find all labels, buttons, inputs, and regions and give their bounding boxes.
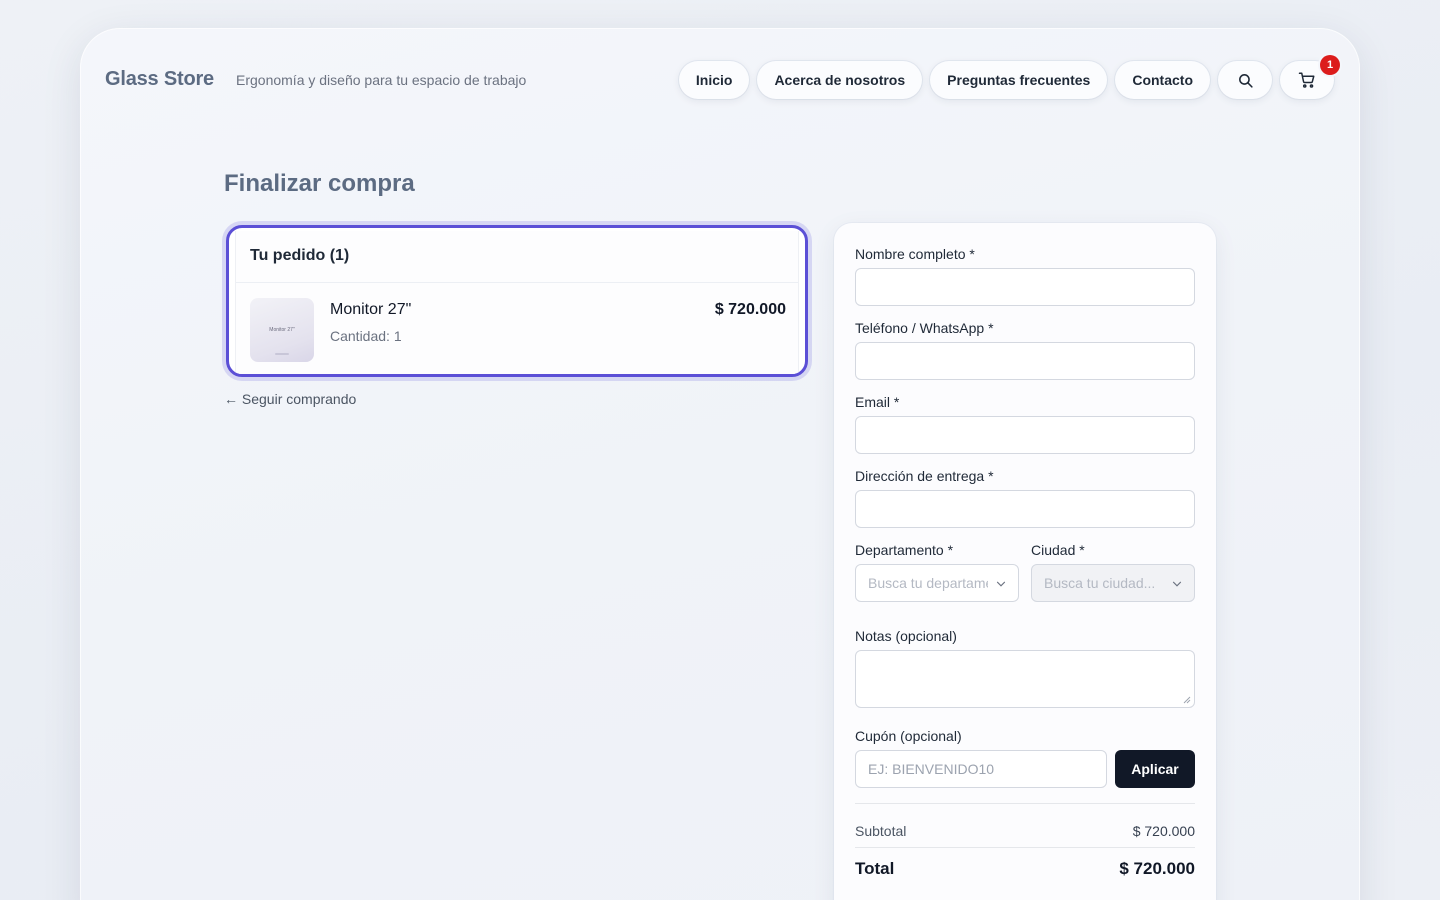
site-header: Glass Store Ergonomía y diseño para tu e… <box>80 28 1360 132</box>
order-card-body: Tu pedido (1) Monitor 27" Monitor 27" Ca… <box>235 231 799 374</box>
apply-coupon-button[interactable]: Aplicar <box>1115 750 1195 788</box>
brand-tagline: Ergonomía y diseño para tu espacio de tr… <box>236 72 527 88</box>
city-label: Ciudad * <box>1031 542 1085 558</box>
cart-icon <box>1298 72 1315 88</box>
name-field[interactable] <box>855 268 1195 306</box>
order-summary-card: Tu pedido (1) Monitor 27" Monitor 27" Ca… <box>226 225 808 377</box>
search-button[interactable] <box>1218 61 1272 99</box>
phone-field[interactable] <box>855 342 1195 380</box>
department-select[interactable]: Busca tu departamento... <box>855 564 1019 602</box>
department-label: Departamento * <box>855 542 954 558</box>
phone-label: Teléfono / WhatsApp * <box>855 320 994 336</box>
product-thumbnail: Monitor 27" <box>250 298 314 362</box>
notes-label: Notas (opcional) <box>855 628 957 644</box>
subtotal-label: Subtotal <box>855 823 907 839</box>
subtotal-value: $ 720.000 <box>1132 823 1195 839</box>
email-label: Email * <box>855 394 900 410</box>
nav-item-inicio[interactable]: Inicio <box>678 61 750 99</box>
address-label: Dirección de entrega * <box>855 468 994 484</box>
chevron-down-icon <box>1172 581 1182 587</box>
order-heading: Tu pedido (1) <box>236 231 798 283</box>
email-field[interactable] <box>855 416 1195 454</box>
name-label: Nombre completo * <box>855 246 975 262</box>
coupon-placeholder: EJ: BIENVENIDO10 <box>868 761 995 777</box>
coupon-label: Cupón (opcional) <box>855 728 962 744</box>
main-nav: Inicio Acerca de nosotros Preguntas frec… <box>678 55 1340 99</box>
search-icon <box>1238 73 1253 88</box>
cart-count-badge: 1 <box>1320 55 1340 75</box>
summary-divider <box>855 803 1195 804</box>
product-price: $ 720.000 <box>714 301 786 318</box>
checkout-form: Nombre completo * Teléfono / WhatsApp * … <box>834 223 1216 900</box>
city-select[interactable]: Busca tu ciudad... <box>1031 564 1195 602</box>
product-thumbnail-text: Monitor 27" <box>269 327 295 333</box>
total-value: $ 720.000 <box>1119 859 1195 878</box>
cart-button[interactable]: 1 <box>1280 55 1340 99</box>
app-window: Glass Store Ergonomía y diseño para tu e… <box>80 28 1360 900</box>
total-label: Total <box>855 859 895 878</box>
nav-item-contact[interactable]: Contacto <box>1115 61 1210 99</box>
city-placeholder: Busca tu ciudad... <box>1044 575 1156 591</box>
nav-item-faq[interactable]: Preguntas frecuentes <box>930 61 1108 99</box>
resize-grip-icon[interactable] <box>1183 696 1191 704</box>
department-placeholder: Busca tu departamento... <box>868 575 988 591</box>
continue-shopping-link[interactable]: ← Seguir comprando <box>224 391 356 407</box>
address-field[interactable] <box>855 490 1195 528</box>
brand-logo[interactable]: Glass Store <box>105 68 214 91</box>
coupon-input[interactable]: EJ: BIENVENIDO10 <box>855 750 1107 788</box>
page-title: Finalizar compra <box>224 170 415 197</box>
product-name: Monitor 27" <box>330 301 412 318</box>
chevron-down-icon <box>996 581 1006 587</box>
thumbnail-decoration <box>275 353 289 355</box>
notes-field[interactable] <box>855 650 1195 708</box>
total-divider <box>855 847 1195 848</box>
nav-item-about[interactable]: Acerca de nosotros <box>757 61 923 99</box>
order-item: Monitor 27" Monitor 27" Cantidad: 1 $ 72… <box>236 283 798 374</box>
product-quantity: Cantidad: 1 <box>330 328 402 344</box>
